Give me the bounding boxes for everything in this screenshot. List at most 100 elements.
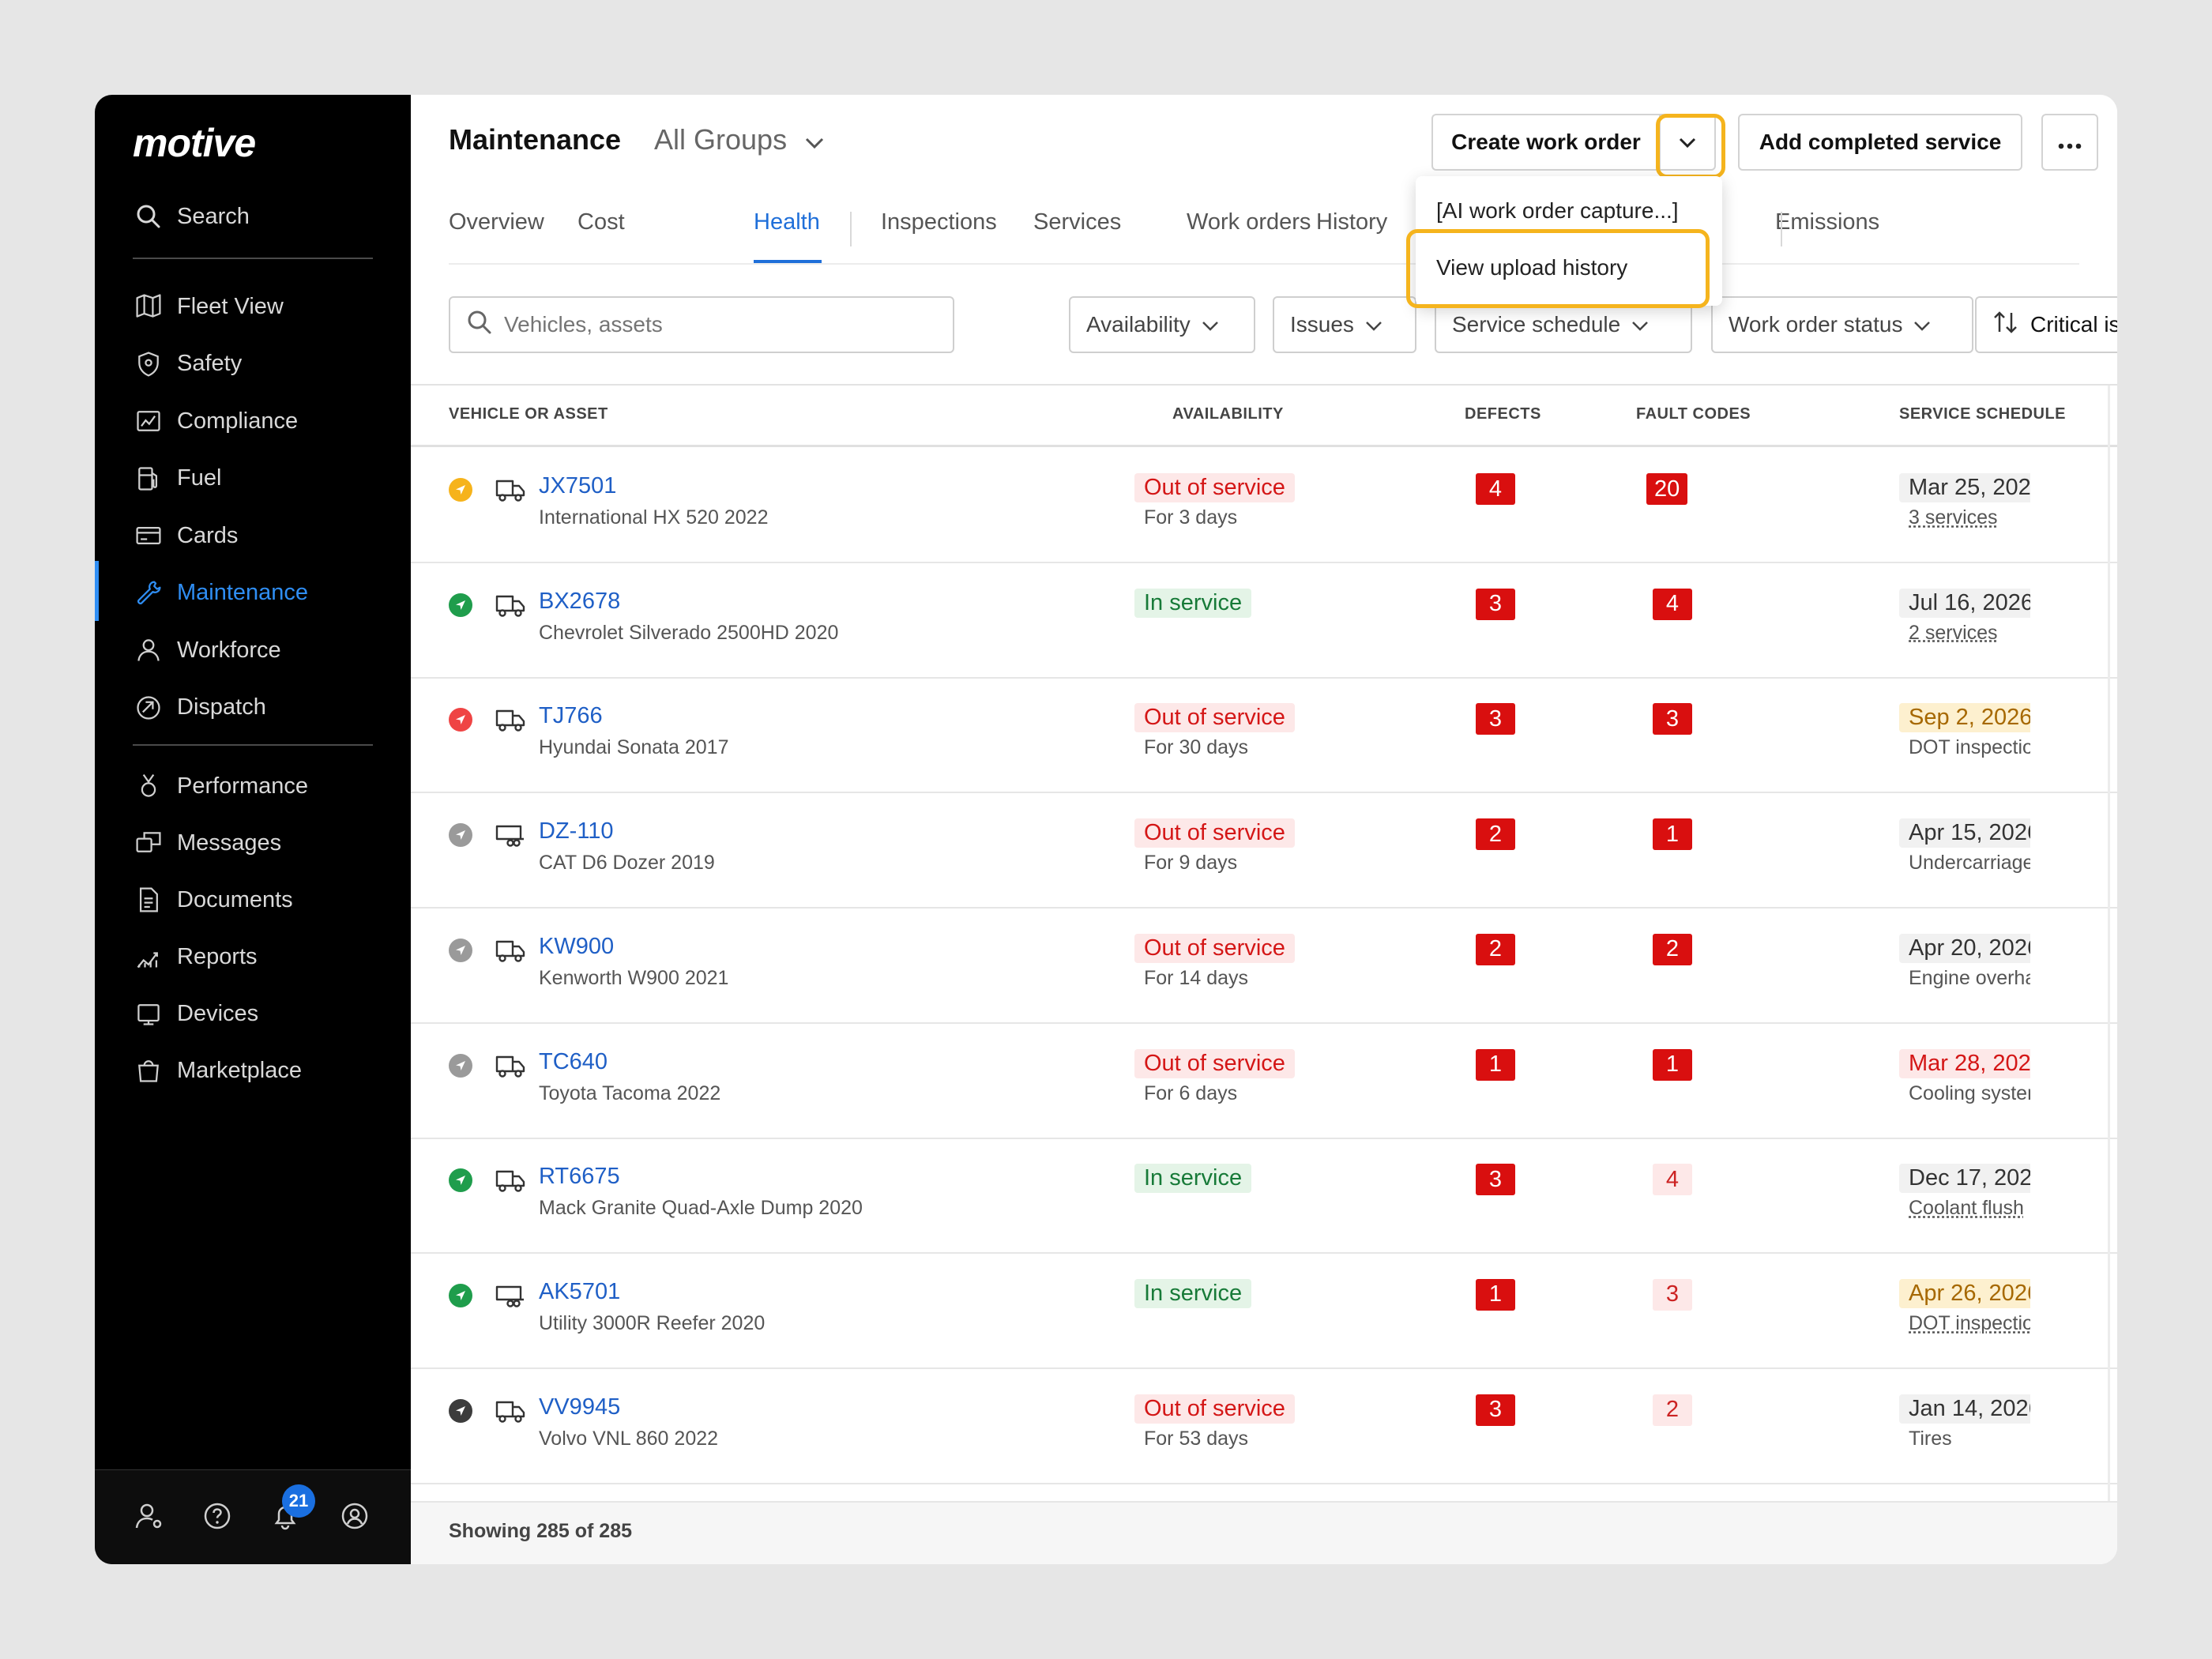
defects-count[interactable]: 3	[1476, 1394, 1515, 1426]
defects-count[interactable]: 2	[1476, 933, 1515, 965]
sidebar-item-label: Workforce	[177, 637, 281, 663]
column-header-fault-codes[interactable]: FAULT CODES	[1636, 405, 1751, 423]
vehicle-link[interactable]: BX2678	[539, 589, 620, 615]
service-description[interactable]: Coolant flush	[1909, 1197, 2024, 1220]
tab-services[interactable]: Services	[1033, 209, 1121, 235]
fault-codes-count[interactable]: 1	[1653, 818, 1692, 851]
table-row[interactable]: DZ-110 CAT D6 Dozer 2019 Out of service For…	[411, 793, 2117, 909]
sidebar-item-label: Fuel	[177, 465, 222, 491]
availability-duration: For 9 days	[1144, 852, 1238, 875]
sidebar-item-performance[interactable]: Performance	[133, 764, 308, 808]
fault-codes-count[interactable]: 4	[1653, 1164, 1692, 1196]
service-description: Cooling system repair	[1909, 1082, 2030, 1104]
sidebar-item-fuel[interactable]: Fuel	[133, 457, 221, 501]
sidebar-search[interactable]: Search	[133, 194, 250, 239]
defects-count[interactable]: 4	[1476, 473, 1515, 505]
tab-emissions[interactable]: Emissions	[1775, 209, 1879, 235]
sort-selector[interactable]: Critical issues	[1975, 296, 2117, 353]
sidebar-item-documents[interactable]: Documents	[133, 878, 293, 922]
sidebar-item-reports[interactable]: Reports	[133, 935, 258, 979]
sidebar-item-label: Maintenance	[177, 580, 309, 605]
vehicle-link[interactable]: RT6675	[539, 1164, 620, 1190]
create-work-order-button[interactable]: Create work order	[1431, 114, 1659, 171]
tab-inspections[interactable]: Inspections	[881, 209, 997, 235]
account-icon[interactable]	[337, 1498, 373, 1534]
table-row[interactable]: RT6675 Mack Granite Quad-Axle Dump 2020 In…	[411, 1138, 2117, 1255]
sidebar-item-safety[interactable]: Safety	[133, 342, 242, 386]
sidebar-item-marketplace[interactable]: Marketplace	[133, 1048, 302, 1093]
defects-count[interactable]: 3	[1476, 588, 1515, 620]
fault-codes-count[interactable]: 3	[1653, 703, 1692, 735]
vehicle-link[interactable]: TJ766	[539, 703, 603, 729]
sidebar-item-maintenance[interactable]: Maintenance	[133, 571, 308, 615]
tab-overview[interactable]: Overview	[449, 209, 544, 235]
defects-count[interactable]: 2	[1476, 818, 1515, 851]
add-completed-service-button[interactable]: Add completed service	[1738, 114, 2022, 171]
sidebar-item-messages[interactable]: Messages	[133, 821, 281, 865]
vehicle-link[interactable]: KW900	[539, 934, 614, 960]
defects-count[interactable]: 3	[1476, 703, 1515, 735]
availability-filter-label: Availability	[1086, 312, 1191, 337]
admin-user-icon[interactable]	[131, 1498, 167, 1534]
main-content: Maintenance All Groups Create work order…	[411, 95, 2117, 1564]
help-icon[interactable]	[199, 1498, 235, 1534]
service-description[interactable]: DOT inspection	[1909, 1312, 2030, 1335]
availability-badge: Out of service	[1134, 933, 1295, 963]
tab-cost[interactable]: Cost	[577, 209, 625, 235]
defects-count[interactable]: 1	[1476, 1048, 1515, 1081]
menu-item-ai-work-order-capture[interactable]: [AI work order capture...]	[1436, 198, 1679, 224]
service-description[interactable]: 3 services	[1909, 506, 1998, 529]
tab-health[interactable]: Health	[754, 209, 820, 235]
availability-badge: Out of service	[1134, 818, 1295, 848]
fault-codes-count[interactable]: 3	[1653, 1278, 1692, 1311]
table-row[interactable]: VV9945 Volvo VNL 860 2022 Out of service Fo…	[411, 1369, 2117, 1484]
vehicle-link[interactable]: DZ-110	[539, 818, 614, 845]
notification-count-badge: 21	[282, 1484, 315, 1518]
sidebar-item-fleet-view[interactable]: Fleet View	[133, 284, 284, 329]
service-description[interactable]: 2 services	[1909, 622, 1998, 645]
tab-history[interactable]: History	[1316, 209, 1387, 235]
table-row[interactable]: TJ766 Hyundai Sonata 2017 Out of service Fo…	[411, 678, 2117, 794]
column-header-service-schedule[interactable]: SERVICE SCHEDULE	[1899, 405, 2066, 423]
fault-codes-count[interactable]: 2	[1653, 1394, 1692, 1426]
more-actions-button[interactable]	[2041, 114, 2098, 171]
issues-filter[interactable]: Issues	[1273, 296, 1416, 353]
table-row[interactable]: JX7501 International HX 520 2022 Out of se…	[411, 448, 2117, 563]
service-schedule-cell: Apr 15, 2026/9,!Undercarriage rebuild	[1896, 793, 2030, 908]
column-header-defects[interactable]: DEFECTS	[1465, 405, 1541, 423]
tab-separator	[1781, 212, 1782, 246]
vehicle-link[interactable]: VV9945	[539, 1394, 620, 1420]
sidebar-item-dispatch[interactable]: Dispatch	[133, 686, 266, 730]
availability-filter[interactable]: Availability	[1069, 296, 1255, 353]
vehicle-link[interactable]: AK5701	[539, 1279, 620, 1305]
sidebar-item-cards[interactable]: Cards	[133, 514, 238, 558]
location-status-icon	[449, 1168, 472, 1193]
table-row[interactable]: AK5701 Utility 3000R Reefer 2020 In servic…	[411, 1254, 2117, 1369]
vehicle-description: Volvo VNL 860 2022	[539, 1427, 719, 1450]
column-header-availability[interactable]: AVAILABILITY	[1172, 405, 1284, 423]
location-status-icon	[449, 823, 472, 848]
sidebar-item-compliance[interactable]: Compliance	[133, 399, 298, 443]
table-row[interactable]: BX2678 Chevrolet Silverado 2500HD 2020 In …	[411, 563, 2117, 679]
sidebar-item-workforce[interactable]: Workforce	[133, 628, 281, 672]
vehicle-search-input[interactable]	[504, 312, 946, 337]
vehicle-link[interactable]: JX7501	[539, 473, 616, 499]
table-row[interactable]: KW900 Kenworth W900 2021 Out of service For…	[411, 908, 2117, 1024]
defects-count[interactable]: 1	[1476, 1278, 1515, 1311]
work-order-status-filter[interactable]: Work order status	[1711, 296, 1973, 353]
motive-logo[interactable]: motive	[133, 120, 256, 166]
fault-codes-count[interactable]: 4	[1653, 588, 1692, 620]
group-selector[interactable]: All Groups	[654, 123, 825, 156]
location-status-icon	[449, 1283, 472, 1307]
vehicle-search-field[interactable]	[449, 296, 954, 353]
tab-work-orders[interactable]: Work orders	[1187, 209, 1311, 235]
defects-count[interactable]: 3	[1476, 1164, 1515, 1196]
table-row[interactable]: TC640 Toyota Tacoma 2022 Out of service For…	[411, 1024, 2117, 1139]
fault-codes-count[interactable]: 1	[1653, 1048, 1692, 1081]
fault-codes-count[interactable]: 20	[1646, 473, 1688, 505]
fault-codes-count[interactable]: 2	[1653, 933, 1692, 965]
service-due-date: Dec 17, 2026	[1899, 1164, 2030, 1194]
sidebar-item-devices[interactable]: Devices	[133, 991, 258, 1036]
vehicle-link[interactable]: TC640	[539, 1049, 608, 1075]
column-header-vehicle[interactable]: VEHICLE OR ASSET	[449, 405, 608, 423]
